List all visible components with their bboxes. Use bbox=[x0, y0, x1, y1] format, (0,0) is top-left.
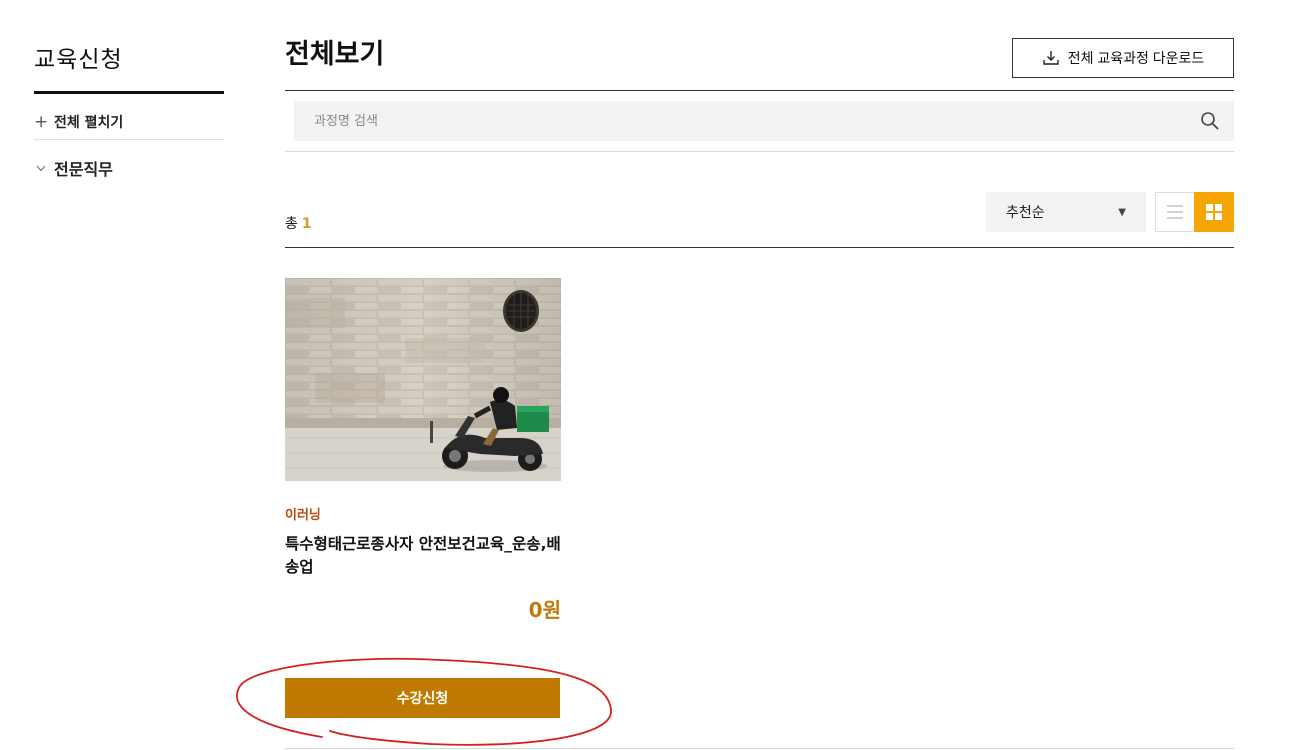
total-count: 총1 bbox=[285, 213, 312, 233]
course-thumbnail[interactable] bbox=[285, 278, 561, 481]
list-view-button[interactable] bbox=[1155, 192, 1195, 232]
scooter-delivery-photo bbox=[285, 278, 561, 481]
enroll-button[interactable]: 수강신청 bbox=[285, 678, 560, 718]
sort-select[interactable]: 추천순 ▼ bbox=[986, 192, 1146, 232]
search-input[interactable] bbox=[294, 101, 1186, 141]
grid-view-button[interactable] bbox=[1194, 192, 1234, 232]
list-divider bbox=[285, 247, 1234, 248]
grid-view-icon bbox=[1206, 204, 1222, 220]
sidebar-item-category-label: 전문직무 bbox=[54, 160, 113, 179]
chevron-down-icon bbox=[34, 161, 48, 175]
search-bar bbox=[294, 101, 1234, 141]
caret-down-icon: ▼ bbox=[1118, 206, 1126, 218]
course-type-label: 이러닝 bbox=[285, 508, 321, 523]
list-bottom-divider bbox=[285, 748, 1234, 749]
search-button[interactable] bbox=[1186, 101, 1234, 141]
course-price: 0원 bbox=[528, 598, 561, 622]
expand-all-button[interactable]: + 전체 펼치기 bbox=[34, 104, 224, 140]
sidebar-title-divider bbox=[34, 91, 224, 94]
search-icon bbox=[1201, 112, 1219, 130]
total-label: 총 bbox=[285, 216, 298, 232]
download-all-courses-button[interactable]: 전체 교육과정 다운로드 bbox=[1012, 38, 1234, 78]
course-title[interactable]: 특수형태근로종사자 안전보건교육_운송,배송업 bbox=[285, 533, 561, 579]
sidebar-item-category[interactable]: 전문직무 bbox=[34, 156, 224, 180]
header-divider bbox=[285, 90, 1234, 91]
sort-selected-label: 추천순 bbox=[1006, 205, 1045, 221]
list-view-icon bbox=[1167, 205, 1183, 219]
sidebar-title: 교육신청 bbox=[34, 47, 123, 73]
total-count-value: 1 bbox=[301, 216, 312, 232]
expand-all-label: 전체 펼치기 bbox=[54, 114, 124, 131]
download-all-courses-label: 전체 교육과정 다운로드 bbox=[1067, 50, 1205, 66]
download-icon bbox=[1043, 51, 1059, 65]
plus-icon: + bbox=[34, 111, 49, 132]
search-divider bbox=[285, 151, 1234, 152]
page-title: 전체보기 bbox=[285, 39, 385, 70]
